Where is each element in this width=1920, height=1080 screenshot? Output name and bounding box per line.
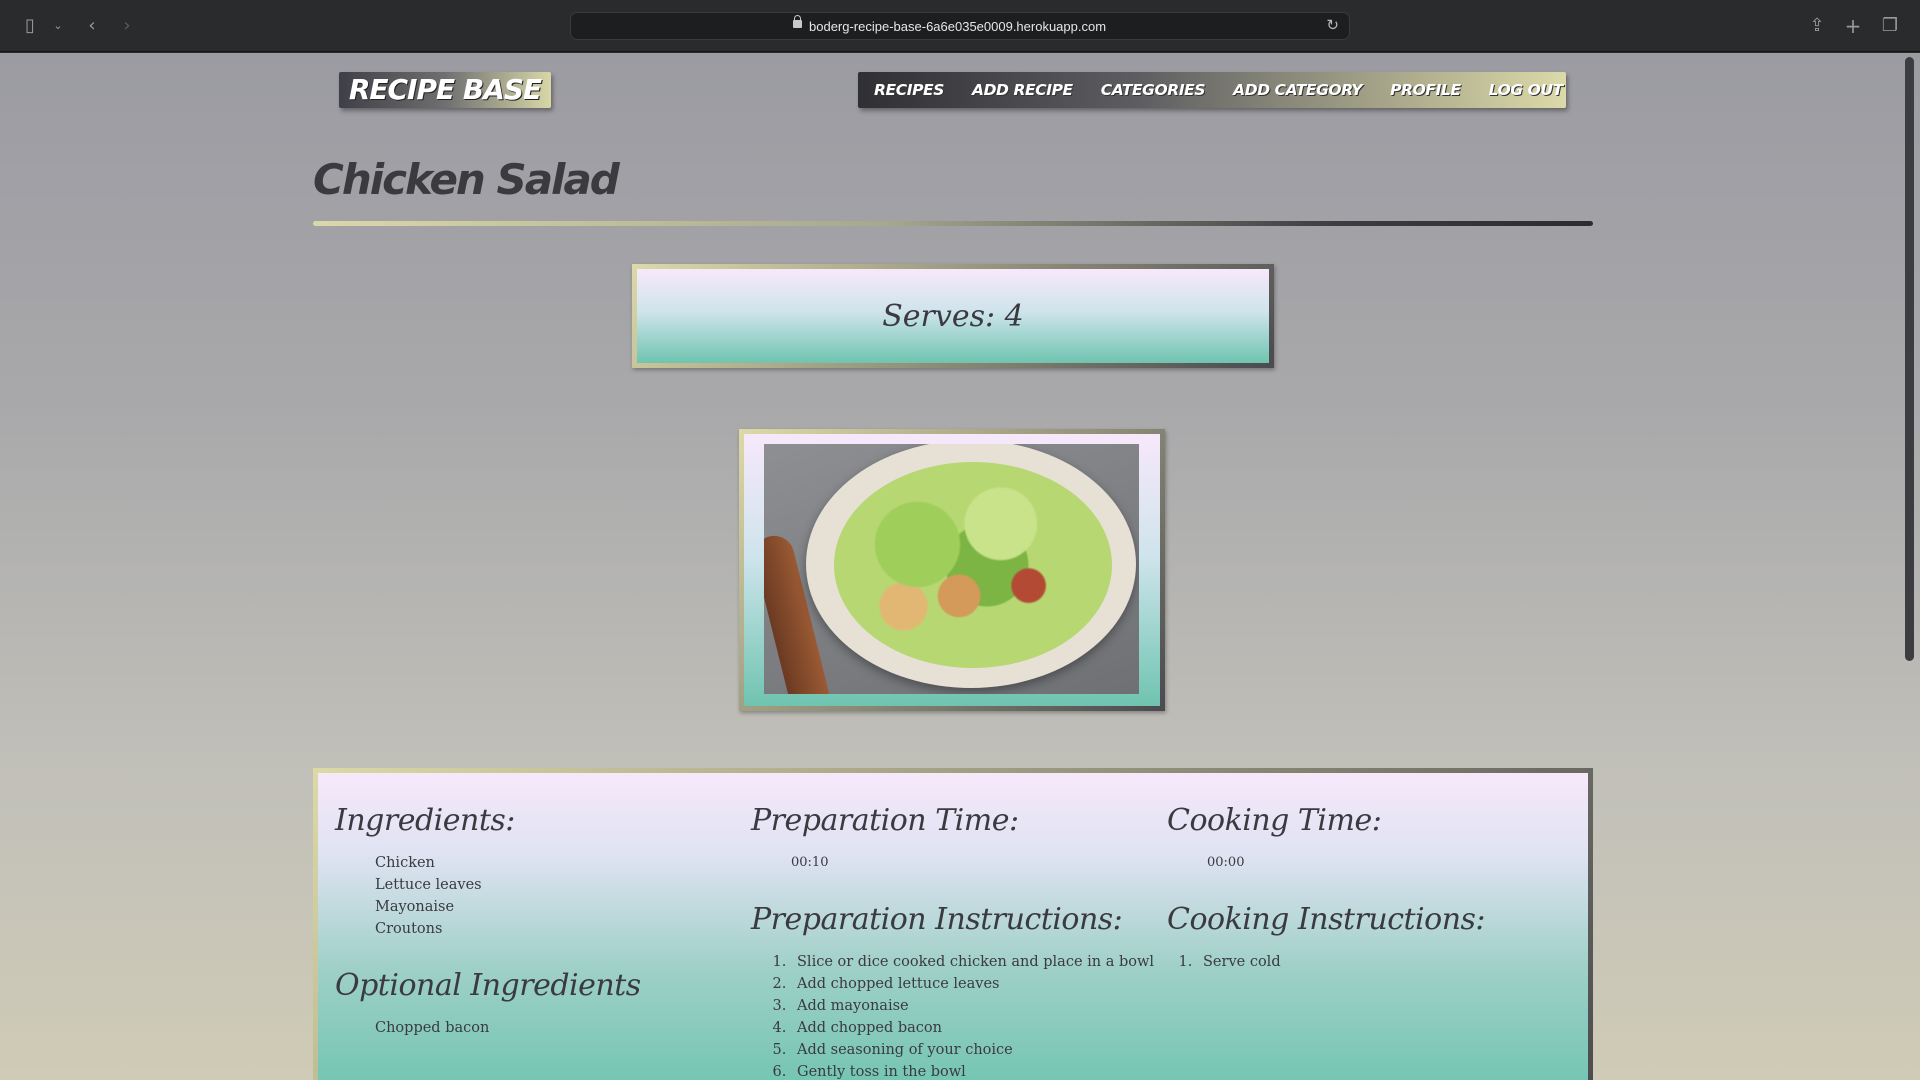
ingredients-column: Ingredients: Chicken Lettuce leaves Mayo… <box>335 803 735 1039</box>
recipe-photo <box>764 444 1139 694</box>
nav-categories[interactable]: CATEGORIES <box>1101 81 1206 99</box>
nav-recipes[interactable]: RECIPES <box>874 81 944 99</box>
list-item: Chicken <box>375 855 435 871</box>
scrollbar[interactable] <box>1905 57 1914 661</box>
title-divider <box>313 221 1593 226</box>
preparation-time-value: 00:10 <box>791 855 829 870</box>
lock-icon <box>793 15 802 28</box>
ingredients-list: Chicken Lettuce leaves Mayonaise Crouton… <box>335 852 735 940</box>
preparation-instructions-list: Slice or dice cooked chicken and place i… <box>751 951 1171 1080</box>
forward-arrow-icon: › <box>123 15 131 36</box>
list-item: Slice or dice cooked chicken and place i… <box>791 951 1171 973</box>
salad-graphic <box>834 462 1112 668</box>
page-viewport: RECIPE BASE RECIPES ADD RECIPE CATEGORIE… <box>0 53 1920 1080</box>
logo-text: RECIPE BASE <box>348 73 542 106</box>
ingredients-heading: Ingredients: <box>335 803 515 838</box>
nav-add-recipe[interactable]: ADD RECIPE <box>972 81 1073 99</box>
recipe-image-frame <box>739 429 1165 711</box>
cooking-time-heading: Cooking Time: <box>1167 803 1382 838</box>
back-arrow-icon[interactable]: ‹ <box>80 14 104 38</box>
optional-ingredients-list: Chopped bacon <box>335 1017 735 1039</box>
address-bar[interactable]: boderg-recipe-base-6a6e035e0009.herokuap… <box>570 12 1350 40</box>
nav-profile[interactable]: PROFILE <box>1390 81 1461 99</box>
cooking-time-value: 00:00 <box>1207 855 1245 870</box>
cooking-instructions-heading: Cooking Instructions: <box>1167 902 1486 937</box>
browser-toolbar: ▯ ⌄ ‹ › boderg-recipe-base-6a6e035e0009.… <box>0 0 1920 52</box>
optional-ingredients-heading: Optional Ingredients <box>335 968 641 1003</box>
list-item: Add mayonaise <box>791 995 1171 1017</box>
preparation-instructions-heading: Preparation Instructions: <box>751 902 1123 937</box>
nav-log-out[interactable]: LOG OUT <box>1489 81 1564 99</box>
list-item: Serve cold <box>1197 951 1567 973</box>
tabs-overview-icon[interactable]: ❐ <box>1878 14 1902 38</box>
list-item: Croutons <box>375 921 443 937</box>
list-item: Add chopped bacon <box>791 1017 1171 1039</box>
sidebar-icon[interactable]: ▯ <box>18 14 42 38</box>
share-icon[interactable]: ⇪ <box>1805 14 1829 38</box>
main-nav: RECIPES ADD RECIPE CATEGORIES ADD CATEGO… <box>858 72 1566 108</box>
cooking-instructions-list: Serve cold <box>1167 951 1567 973</box>
serves-box: Serves: 4 <box>632 264 1274 368</box>
list-item: Mayonaise <box>375 899 455 915</box>
list-item: Lettuce leaves <box>375 877 482 893</box>
list-item: Gently toss in the bowl <box>791 1061 1171 1080</box>
preparation-time-heading: Preparation Time: <box>751 803 1019 838</box>
list-item: Add seasoning of your choice <box>791 1039 1171 1061</box>
chevron-down-icon[interactable]: ⌄ <box>46 14 70 38</box>
reload-icon[interactable]: ↻ <box>1326 16 1339 34</box>
serves-text: Serves: 4 <box>882 298 1024 334</box>
list-item: Chopped bacon <box>375 1020 490 1036</box>
page-title: Chicken Salad <box>313 155 620 204</box>
nav-add-category[interactable]: ADD CATEGORY <box>1233 81 1362 99</box>
site-logo[interactable]: RECIPE BASE <box>339 72 551 108</box>
preparation-column: Preparation Time: 00:10 Preparation Inst… <box>751 803 1171 1080</box>
url-text: boderg-recipe-base-6a6e035e0009.herokuap… <box>809 19 1107 34</box>
recipe-details: Ingredients: Chicken Lettuce leaves Mayo… <box>313 768 1593 1080</box>
cooking-column: Cooking Time: 00:00 Cooking Instructions… <box>1167 803 1567 973</box>
list-item: Add chopped lettuce leaves <box>791 973 1171 995</box>
plus-icon[interactable]: + <box>1841 14 1865 38</box>
